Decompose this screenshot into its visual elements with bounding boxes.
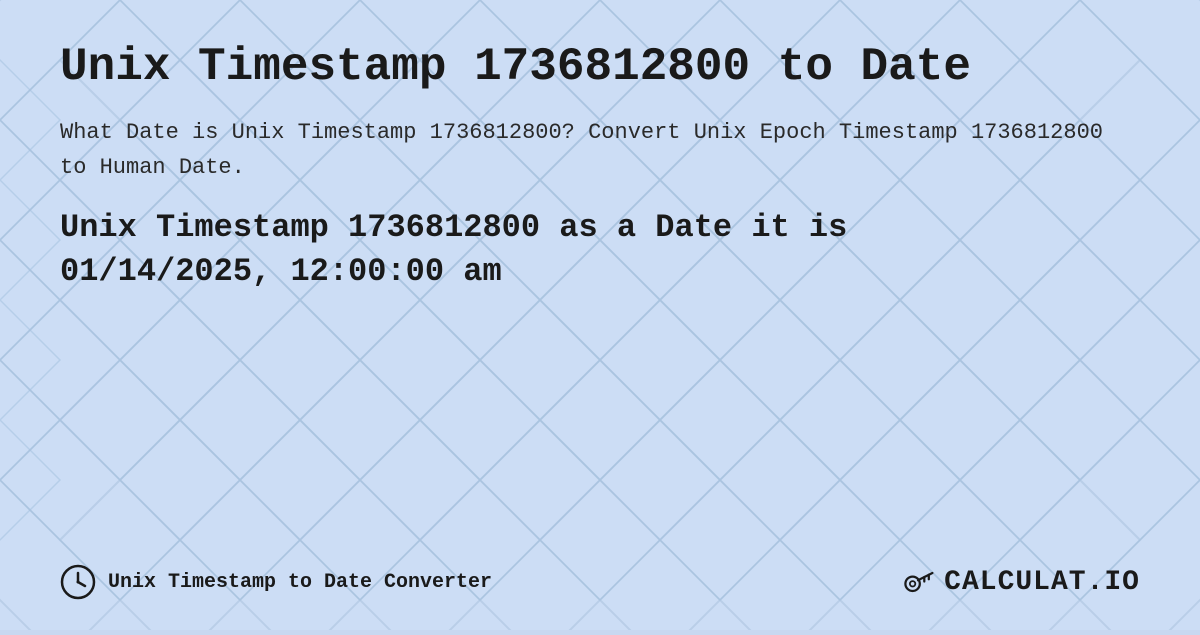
result-section: Unix Timestamp 1736812800 as a Date it i… [60,206,1140,296]
page-content: Unix Timestamp 1736812800 to Date What D… [0,0,1200,630]
top-section: Unix Timestamp 1736812800 to Date What D… [60,40,1140,544]
logo-icon [900,564,936,600]
footer: Unix Timestamp to Date Converter CALCULA… [60,544,1140,600]
logo-area: CALCULAT.IO [900,564,1140,600]
result-text-line1: Unix Timestamp 1736812800 as a Date it i… [60,206,1140,251]
logo-text: CALCULAT.IO [944,567,1140,598]
page-title: Unix Timestamp 1736812800 to Date [60,40,1140,95]
result-text-line2: 01/14/2025, 12:00:00 am [60,250,1140,295]
footer-label: Unix Timestamp to Date Converter [108,571,492,594]
page-description: What Date is Unix Timestamp 1736812800? … [60,115,1140,185]
clock-icon [60,564,96,600]
footer-left: Unix Timestamp to Date Converter [60,564,492,600]
